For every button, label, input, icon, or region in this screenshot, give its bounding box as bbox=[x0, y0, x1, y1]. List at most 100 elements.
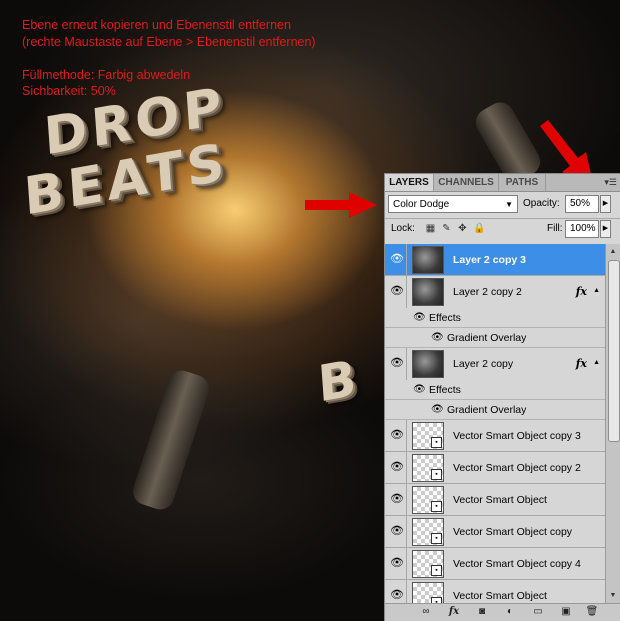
link-layers-icon[interactable]: ∞ bbox=[419, 606, 433, 618]
lock-label: Lock: bbox=[391, 223, 415, 234]
fill-slider-button[interactable]: ▶ bbox=[600, 220, 611, 238]
layers-scrollbar[interactable]: ▲ ▼ bbox=[605, 244, 620, 604]
layer-name: Layer 2 copy bbox=[453, 358, 514, 370]
trash-icon[interactable]: 🗑 bbox=[585, 606, 599, 618]
eye-icon: 👁 bbox=[390, 357, 404, 369]
layer-row[interactable]: 👁 ▪ Vector Smart Object copy bbox=[385, 516, 605, 548]
layer-name: Vector Smart Object copy 4 bbox=[453, 558, 581, 570]
chevron-down-icon: ▼ bbox=[505, 200, 513, 209]
annotation-line-3: Füllmethode: Farbig abwedeln bbox=[22, 68, 191, 82]
eye-icon: 👁 bbox=[390, 429, 404, 441]
smart-object-icon: ▪ bbox=[431, 469, 442, 480]
visibility-toggle[interactable]: 👁 bbox=[385, 580, 407, 604]
layer-thumbnail bbox=[412, 350, 444, 378]
adjustment-layer-icon[interactable]: ◐ bbox=[503, 606, 517, 618]
layer-name: Vector Smart Object copy bbox=[453, 526, 573, 538]
eye-icon: 👁 bbox=[390, 557, 404, 569]
eye-icon: 👁 bbox=[390, 461, 404, 473]
visibility-toggle[interactable]: 👁 bbox=[385, 348, 407, 380]
collapse-effects-icon[interactable]: ▲ bbox=[593, 287, 600, 294]
collapse-effects-icon[interactable]: ▲ bbox=[593, 359, 600, 366]
layer-name: Vector Smart Object bbox=[453, 590, 547, 602]
visibility-toggle[interactable]: 👁 bbox=[385, 420, 407, 451]
visibility-toggle[interactable]: 👁 bbox=[385, 452, 407, 483]
panel-menu-icon[interactable]: ▾☰ bbox=[604, 177, 617, 188]
fx-icon[interactable]: fx bbox=[576, 285, 587, 298]
eye-icon[interactable]: 👁 bbox=[431, 404, 444, 415]
eye-icon[interactable]: 👁 bbox=[413, 312, 426, 323]
annotation-line-2: (rechte Maustaste auf Ebene > Ebenenstil… bbox=[22, 35, 316, 49]
lock-all-icon[interactable]: 🔒 bbox=[473, 223, 485, 234]
smart-object-icon: ▪ bbox=[431, 565, 442, 576]
layer-row[interactable]: 👁 Layer 2 copy 2 fx ▲ bbox=[385, 276, 605, 308]
visibility-toggle[interactable]: 👁 bbox=[385, 516, 407, 547]
layer-thumbnail bbox=[412, 278, 444, 306]
visibility-toggle[interactable]: 👁 bbox=[385, 244, 407, 275]
layer-name: Vector Smart Object copy 3 bbox=[453, 430, 581, 442]
smart-object-thumbnail: ▪ bbox=[412, 486, 444, 514]
effects-row[interactable]: 👁 Effects bbox=[385, 380, 605, 400]
layer-row[interactable]: 👁 Layer 2 copy fx ▲ bbox=[385, 348, 605, 380]
layer-row[interactable]: 👁 ▪ Vector Smart Object bbox=[385, 484, 605, 516]
add-mask-icon[interactable]: ◙ bbox=[475, 606, 489, 618]
opacity-label: Opacity: bbox=[523, 198, 560, 209]
smart-object-icon: ▪ bbox=[431, 501, 442, 512]
layers-panel: LAYERS CHANNELS PATHS ▾☰ Color Dodge ▼ O… bbox=[384, 173, 620, 621]
panel-footer: ∞ fx ◙ ◐ ▭ ▣ 🗑 bbox=[385, 603, 620, 621]
lock-position-icon[interactable]: ✥ bbox=[457, 223, 468, 234]
eye-icon: 👁 bbox=[390, 525, 404, 537]
layer-name: Vector Smart Object bbox=[453, 494, 547, 506]
layer-row[interactable]: 👁 ▪ Vector Smart Object copy 3 bbox=[385, 420, 605, 452]
bullet-shape-left bbox=[129, 366, 213, 514]
visibility-toggle[interactable]: 👁 bbox=[385, 276, 407, 308]
fill-input[interactable]: 100% bbox=[565, 220, 599, 238]
lock-transparent-icon[interactable]: ▦ bbox=[425, 223, 436, 234]
layer-row-selected[interactable]: 👁 Layer 2 copy 3 bbox=[385, 244, 605, 276]
eye-icon: 👁 bbox=[390, 285, 404, 297]
layer-row[interactable]: 👁 ▪ Vector Smart Object copy 4 bbox=[385, 548, 605, 580]
effect-row[interactable]: 👁 Gradient Overlay bbox=[385, 328, 605, 348]
smart-object-thumbnail: ▪ bbox=[412, 422, 444, 450]
layers-list: 👁 Layer 2 copy 3 👁 Layer 2 copy 2 fx ▲ 👁… bbox=[385, 244, 605, 604]
new-layer-icon[interactable]: ▣ bbox=[559, 606, 573, 618]
layer-row[interactable]: 👁 ▪ Vector Smart Object bbox=[385, 580, 605, 604]
smart-object-icon: ▪ bbox=[431, 533, 442, 544]
smart-object-thumbnail: ▪ bbox=[412, 550, 444, 578]
scroll-up-icon[interactable]: ▲ bbox=[607, 246, 619, 258]
scroll-down-icon[interactable]: ▼ bbox=[607, 590, 619, 602]
opacity-slider-button[interactable]: ▶ bbox=[600, 195, 611, 213]
eye-icon[interactable]: 👁 bbox=[413, 384, 426, 395]
red-arrow-icon bbox=[305, 192, 377, 218]
smart-object-icon: ▪ bbox=[431, 437, 442, 448]
lock-image-icon[interactable]: ✎ bbox=[441, 223, 452, 234]
scrollbar-thumb[interactable] bbox=[608, 260, 620, 442]
fill-label: Fill: bbox=[547, 223, 563, 234]
fx-icon[interactable]: fx bbox=[576, 357, 587, 370]
effects-row[interactable]: 👁 Effects bbox=[385, 308, 605, 328]
smart-object-thumbnail: ▪ bbox=[412, 582, 444, 604]
tab-channels[interactable]: CHANNELS bbox=[434, 174, 499, 191]
visibility-toggle[interactable]: 👁 bbox=[385, 484, 407, 515]
eye-icon: 👁 bbox=[390, 253, 404, 265]
add-style-icon[interactable]: fx bbox=[447, 606, 461, 618]
lock-row: Lock: ▦ ✎ ✥ 🔒 Fill: 100% ▶ bbox=[385, 219, 620, 241]
effect-label: Gradient Overlay bbox=[447, 332, 527, 344]
layer-thumbnail bbox=[412, 246, 444, 274]
visibility-toggle[interactable]: 👁 bbox=[385, 548, 407, 579]
tab-layers[interactable]: LAYERS bbox=[385, 174, 434, 191]
tab-paths[interactable]: PATHS bbox=[499, 174, 546, 191]
new-group-icon[interactable]: ▭ bbox=[531, 606, 545, 618]
blend-row: Color Dodge ▼ Opacity: 50% ▶ bbox=[385, 194, 620, 216]
opacity-input[interactable]: 50% bbox=[565, 195, 599, 213]
blend-mode-value: Color Dodge bbox=[393, 199, 450, 210]
annotation-line-1: Ebene erneut kopieren und Ebenenstil ent… bbox=[22, 18, 291, 32]
panel-tabs: LAYERS CHANNELS PATHS ▾☰ bbox=[385, 174, 620, 192]
effects-label: Effects bbox=[429, 312, 461, 324]
artwork-letter: B bbox=[316, 348, 363, 414]
effect-label: Gradient Overlay bbox=[447, 404, 527, 416]
effect-row[interactable]: 👁 Gradient Overlay bbox=[385, 400, 605, 420]
layer-name: Layer 2 copy 2 bbox=[453, 286, 522, 298]
layer-row[interactable]: 👁 ▪ Vector Smart Object copy 2 bbox=[385, 452, 605, 484]
blend-mode-select[interactable]: Color Dodge ▼ bbox=[388, 195, 518, 213]
eye-icon[interactable]: 👁 bbox=[431, 332, 444, 343]
